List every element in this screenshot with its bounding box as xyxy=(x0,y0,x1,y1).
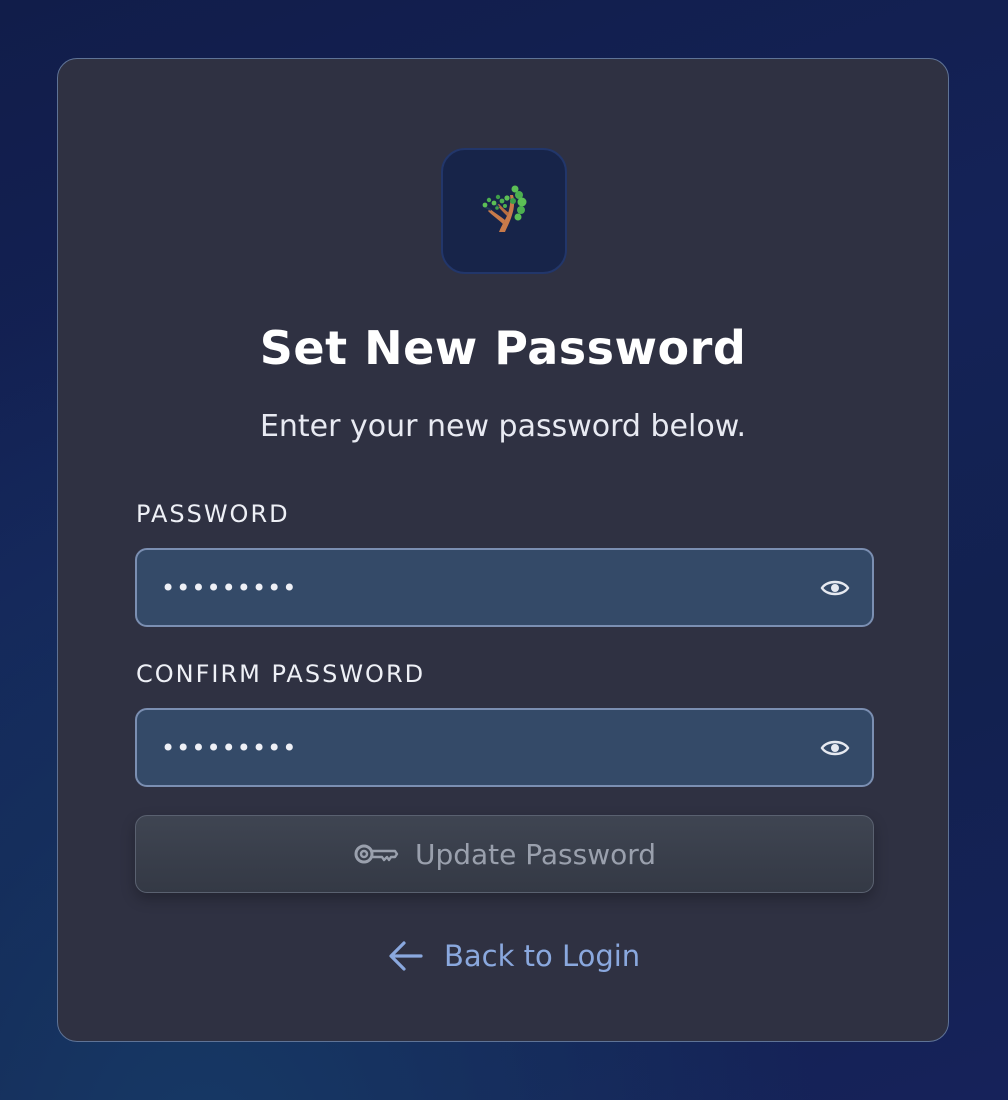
back-to-login-label: Back to Login xyxy=(444,939,641,973)
app-logo xyxy=(441,148,567,274)
confirm-password-label: CONFIRM PASSWORD xyxy=(136,660,426,688)
set-password-card: Set New Password Enter your new password… xyxy=(57,58,949,1042)
tree-logo-icon xyxy=(482,185,527,232)
eye-icon[interactable] xyxy=(820,734,850,762)
eye-icon[interactable] xyxy=(820,574,850,602)
password-field-wrapper xyxy=(135,548,874,627)
arrow-left-icon xyxy=(389,941,423,971)
page-subtitle: Enter your new password below. xyxy=(259,409,747,444)
update-password-button[interactable]: Update Password xyxy=(135,815,874,893)
confirm-password-input[interactable] xyxy=(137,710,872,785)
back-to-login-link[interactable]: Back to Login xyxy=(388,933,640,979)
page-title: Set New Password xyxy=(259,321,747,375)
key-icon xyxy=(354,844,399,864)
password-label: PASSWORD xyxy=(136,500,290,528)
confirm-password-field-wrapper xyxy=(135,708,874,787)
password-input[interactable] xyxy=(137,550,872,625)
update-password-label: Update Password xyxy=(414,837,657,871)
